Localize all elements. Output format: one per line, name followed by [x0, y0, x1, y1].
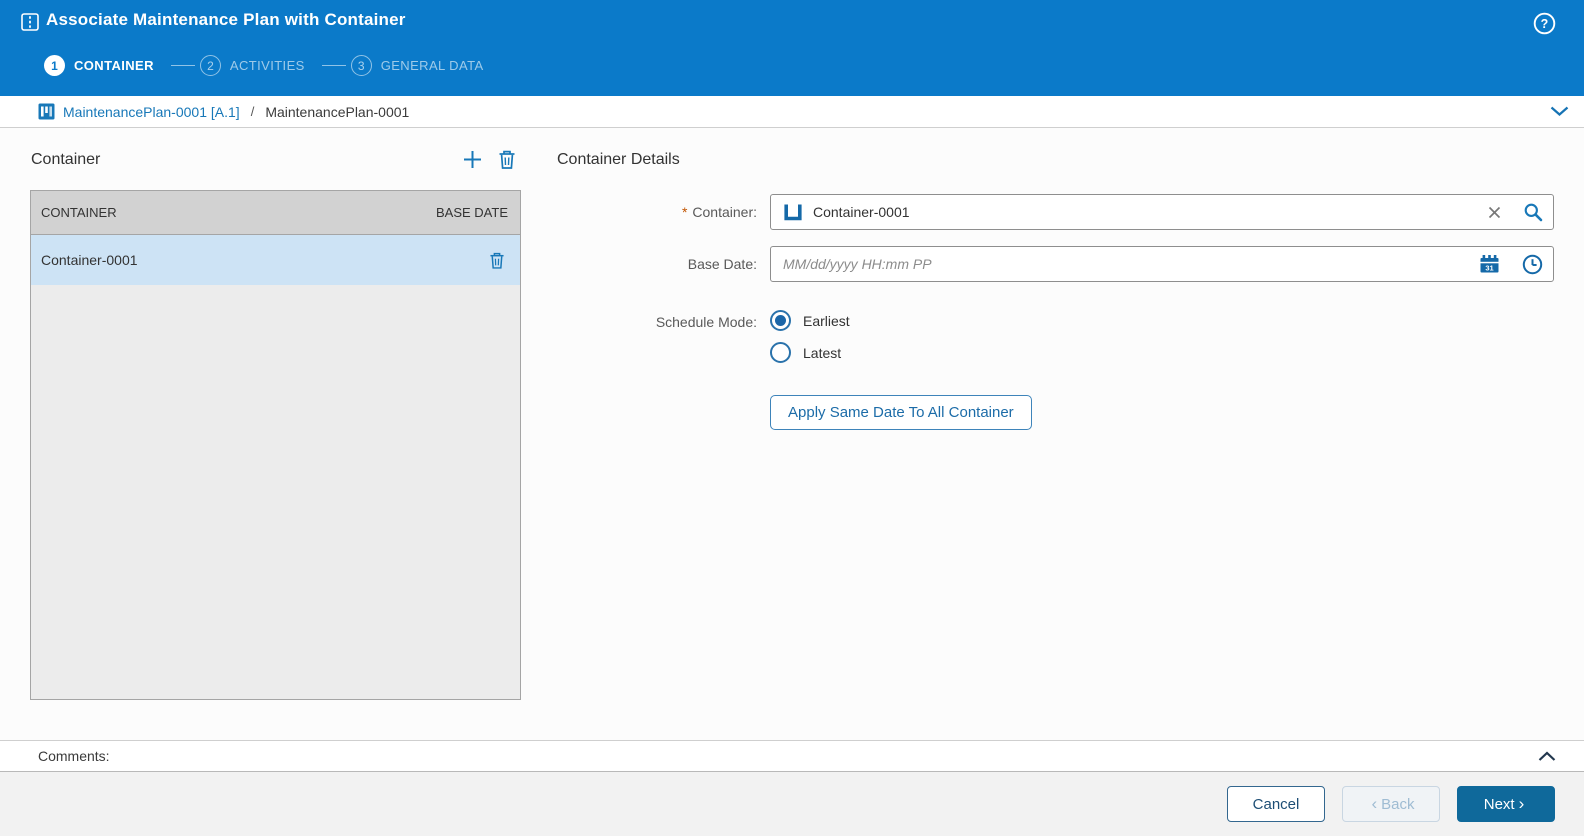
clock-icon[interactable]	[1522, 254, 1543, 275]
row-container-name: Container-0001	[41, 252, 138, 268]
table-row[interactable]: Container-0001	[31, 235, 520, 285]
dialog-icon	[21, 13, 39, 31]
radio-earliest[interactable]: Earliest	[770, 310, 850, 331]
container-field-label: *Container:	[507, 204, 757, 220]
radio-selected-icon	[770, 310, 791, 331]
column-header-base-date: BASE DATE	[436, 205, 508, 220]
breadcrumb-link[interactable]: MaintenancePlan-0001 [A.1]	[63, 104, 240, 120]
next-button[interactable]: Next›	[1457, 786, 1555, 822]
chevron-down-icon[interactable]	[1550, 104, 1569, 122]
apply-same-date-button[interactable]: Apply Same Date To All Container	[770, 395, 1032, 430]
step-number: 3	[351, 55, 372, 76]
step-general-data[interactable]: 3 GENERAL DATA	[351, 55, 484, 76]
radio-unselected-icon	[770, 342, 791, 363]
svg-text:31: 31	[1485, 264, 1493, 273]
calendar-icon[interactable]: 31	[1479, 254, 1500, 274]
wizard-stepper: 1 CONTAINER 2 ACTIVITIES 3 GENERAL DATA	[44, 55, 484, 76]
step-activities[interactable]: 2 ACTIVITIES	[200, 55, 305, 76]
back-button[interactable]: ‹Back	[1342, 786, 1440, 822]
container-list-title: Container	[31, 151, 100, 169]
step-label: GENERAL DATA	[381, 58, 484, 73]
breadcrumb-separator: /	[251, 104, 255, 119]
cancel-button[interactable]: Cancel	[1227, 786, 1325, 822]
trash-icon	[499, 150, 515, 169]
row-delete-button[interactable]	[490, 252, 504, 269]
base-date-label: Base Date:	[507, 256, 757, 272]
back-chevron-icon: ‹	[1371, 794, 1377, 813]
radio-latest[interactable]: Latest	[770, 342, 841, 363]
help-icon[interactable]: ?	[1533, 12, 1556, 35]
step-label: CONTAINER	[74, 58, 154, 73]
container-details-title: Container Details	[557, 151, 680, 169]
container-input[interactable]: Container-0001	[770, 194, 1554, 230]
container-table: CONTAINER BASE DATE Container-0001	[30, 190, 521, 700]
trash-icon	[490, 252, 504, 269]
breadcrumb: MaintenancePlan-0001 [A.1] / Maintenance…	[0, 96, 1584, 128]
required-asterisk: *	[682, 204, 687, 220]
step-container[interactable]: 1 CONTAINER	[44, 55, 154, 76]
svg-text:?: ?	[1541, 17, 1549, 31]
schedule-mode-label: Schedule Mode:	[507, 314, 757, 330]
container-input-value: Container-0001	[813, 204, 910, 220]
plus-icon	[462, 149, 483, 170]
container-type-icon	[783, 203, 803, 222]
next-chevron-icon: ›	[1519, 794, 1525, 813]
radio-earliest-label: Earliest	[803, 313, 850, 329]
clear-icon[interactable]	[1488, 206, 1501, 219]
add-container-button[interactable]	[462, 149, 483, 170]
step-connector	[322, 65, 346, 67]
chevron-up-icon[interactable]	[1538, 751, 1556, 762]
app-header: Associate Maintenance Plan with Containe…	[0, 0, 1584, 96]
step-number: 1	[44, 55, 65, 76]
wizard-footer: Cancel ‹Back Next›	[0, 772, 1584, 836]
step-connector	[171, 65, 195, 67]
delete-container-button[interactable]	[499, 150, 515, 169]
page-title: Associate Maintenance Plan with Containe…	[46, 10, 406, 30]
base-date-input[interactable]	[771, 256, 1553, 272]
comments-bar: Comments:	[0, 740, 1584, 772]
container-table-header: CONTAINER BASE DATE	[31, 191, 520, 235]
step-number: 2	[200, 55, 221, 76]
base-date-field: 31	[770, 246, 1554, 282]
column-header-container: CONTAINER	[41, 205, 117, 220]
breadcrumb-current: MaintenancePlan-0001	[265, 104, 409, 120]
step-label: ACTIVITIES	[230, 58, 305, 73]
comments-label: Comments:	[38, 748, 110, 764]
maintenance-plan-icon	[38, 103, 55, 120]
container-list-actions	[462, 149, 515, 170]
search-icon[interactable]	[1523, 202, 1543, 222]
radio-latest-label: Latest	[803, 345, 841, 361]
